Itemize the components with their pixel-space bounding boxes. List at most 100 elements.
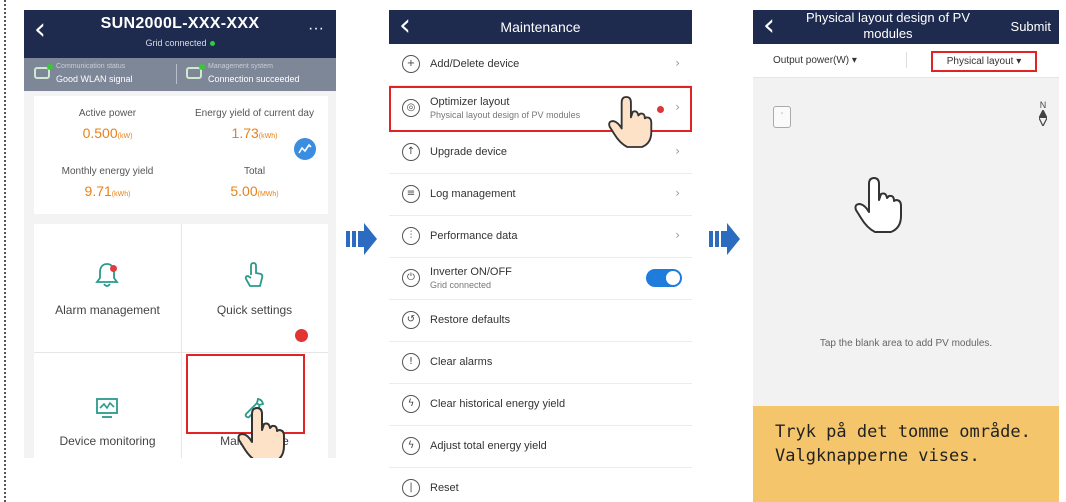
more-icon[interactable]: ··· [308, 20, 324, 38]
menu-item-label: Reset [430, 482, 459, 494]
reset-icon: | [402, 479, 420, 497]
menu-item-log-management[interactable]: ≡ Log management › [389, 174, 692, 216]
stat-label: Total [243, 166, 266, 177]
stat-total-yield: Total 5.00(MWh) [181, 166, 328, 199]
tile-device-monitoring[interactable]: Device monitoring [34, 354, 181, 458]
menu-item-add-delete-device[interactable]: + Add/Delete device › [389, 44, 692, 86]
header-bar: ‹ Maintenance [389, 10, 692, 44]
menu-item-label: Clear alarms [430, 356, 493, 368]
stat-number: 0.500 [82, 125, 118, 141]
stat-unit: (kWh) [111, 191, 131, 198]
output-power-dropdown[interactable]: Output power(W) ▾ [773, 55, 857, 66]
home-screen: ‹ SUN2000L-XXX-XXX Grid connected ··· Co… [24, 10, 336, 458]
device-status: Grid connected [24, 38, 336, 48]
tap-hand-icon [608, 96, 653, 148]
option-label: Physical layout [946, 56, 1014, 67]
header-bar: ‹ SUN2000L-XXX-XXX Grid connected ··· [24, 10, 336, 58]
stat-number: 9.71 [84, 183, 112, 199]
inverter-toggle[interactable] [646, 269, 682, 287]
stat-label: Monthly energy yield [61, 166, 154, 177]
next-step-arrow-icon [346, 223, 377, 255]
divider [34, 352, 328, 353]
menu-item-label: Adjust total energy yield [430, 440, 547, 452]
hand-pointer-icon [244, 262, 264, 287]
menu-item-performance-data[interactable]: ⫶ Performance data › [389, 216, 692, 258]
status-text: Grid connected [145, 38, 207, 48]
device-title: SUN2000L-XXX-XXX [100, 15, 260, 32]
module-thumbnail-icon[interactable]: ▫ [773, 106, 791, 128]
menu-item-restore-defaults[interactable]: ↺ Restore defaults [389, 300, 692, 342]
plus-circle-icon: + [402, 55, 420, 73]
menu-item-label: Upgrade device [430, 146, 508, 158]
stat-value: 5.00(MWh) [181, 183, 328, 199]
physical-layout-dropdown[interactable]: Physical layout ▾ [931, 51, 1037, 72]
tile-label: Quick settings [216, 303, 293, 317]
alarm-badge [110, 265, 117, 272]
chevron-right-icon: › [675, 144, 680, 158]
stat-label: Active power [78, 108, 137, 119]
stat-unit: (MWh) [257, 191, 279, 198]
maintenance-screen: ‹ Maintenance + Add/Delete device › ◎ Op… [389, 10, 692, 502]
menu-item-label: Inverter ON/OFF [430, 266, 512, 278]
menu-item-label: Log management [430, 188, 516, 200]
comm-label: Communication status [56, 63, 126, 70]
header-bar: ‹ Physical layout design of PV modules S… [753, 10, 1059, 44]
stat-active-power: Active power 0.500(kW) [34, 108, 181, 141]
tile-alarm-management[interactable]: Alarm management [34, 224, 181, 350]
adjust-yield-icon: ϟ [402, 437, 420, 455]
stat-value: 0.500(kW) [34, 125, 181, 141]
stat-daily-yield: Energy yield of current day 1.73(kWh) [181, 108, 328, 141]
chevron-right-icon: › [675, 228, 680, 242]
menu-item-adjust-total-yield[interactable]: ϟ Adjust total energy yield [389, 426, 692, 468]
clear-yield-icon: ϟ [402, 395, 420, 413]
connection-status-bar: Communication status Good WLAN signal Ma… [24, 58, 336, 91]
next-step-arrow-icon [709, 223, 740, 255]
energy-stats-card: Active power 0.500(kW) Energy yield of c… [34, 96, 328, 214]
page-title: Physical layout design of PV modules [805, 10, 971, 41]
north-label: N [1039, 100, 1047, 110]
stat-label: Energy yield of current day [195, 108, 314, 119]
tile-label: Device monitoring [59, 434, 156, 448]
layout-design-screen: ‹ Physical layout design of PV modules S… [753, 10, 1059, 502]
chevron-right-icon: › [675, 186, 680, 200]
comm-value: Good WLAN signal [56, 74, 133, 84]
maintenance-badge [295, 329, 308, 342]
view-selector: Output power(W) ▾ Physical layout ▾ [753, 44, 1059, 78]
tile-label: Alarm management [55, 303, 160, 317]
upgrade-icon: ↑ [402, 143, 420, 161]
clear-alarm-icon: ! [402, 353, 420, 371]
option-label: Output power(W) [773, 55, 850, 66]
stat-number: 1.73 [231, 125, 259, 141]
empty-area-hint[interactable]: Tap the blank area to add PV modules. [753, 338, 1059, 349]
stat-number: 5.00 [230, 183, 258, 199]
menu-item-clear-alarms[interactable]: ! Clear alarms [389, 342, 692, 384]
menu-item-reset[interactable]: | Reset [389, 468, 692, 502]
instruction-caption: Tryk på det tomme område. Valgknapperne … [753, 406, 1059, 502]
performance-icon: ⫶ [402, 227, 420, 245]
cloud-icon [186, 64, 205, 79]
menu-item-inverter-onoff: ⏻ Inverter ON/OFF Grid connected [389, 258, 692, 300]
tap-hand-icon [854, 177, 902, 233]
monitor-icon [96, 398, 118, 418]
dotted-margin-line [4, 0, 6, 502]
menu-item-label: Add/Delete device [430, 58, 520, 70]
restore-icon: ↺ [402, 311, 420, 329]
stat-monthly-yield: Monthly energy yield 9.71(kWh) [34, 166, 181, 199]
tap-hand-icon [237, 407, 285, 458]
divider [906, 52, 907, 68]
menu-item-clear-historical-yield[interactable]: ϟ Clear historical energy yield [389, 384, 692, 426]
menu-item-label: Restore defaults [430, 314, 511, 326]
back-icon[interactable]: ‹ [763, 11, 775, 41]
stat-unit: (kWh) [258, 133, 278, 140]
mgmt-value: Connection succeeded [208, 74, 300, 84]
chart-icon[interactable] [294, 138, 316, 160]
menu-item-label: Clear historical energy yield [430, 398, 566, 410]
status-dot-icon [209, 41, 215, 47]
log-icon: ≡ [402, 185, 420, 203]
submit-button[interactable]: Submit [1011, 19, 1051, 34]
menu-item-sub: Grid connected [430, 280, 492, 290]
stat-value: 9.71(kWh) [34, 183, 181, 199]
menu-item-label: Performance data [430, 230, 518, 242]
divider [176, 64, 177, 84]
power-icon: ⏻ [402, 269, 420, 287]
